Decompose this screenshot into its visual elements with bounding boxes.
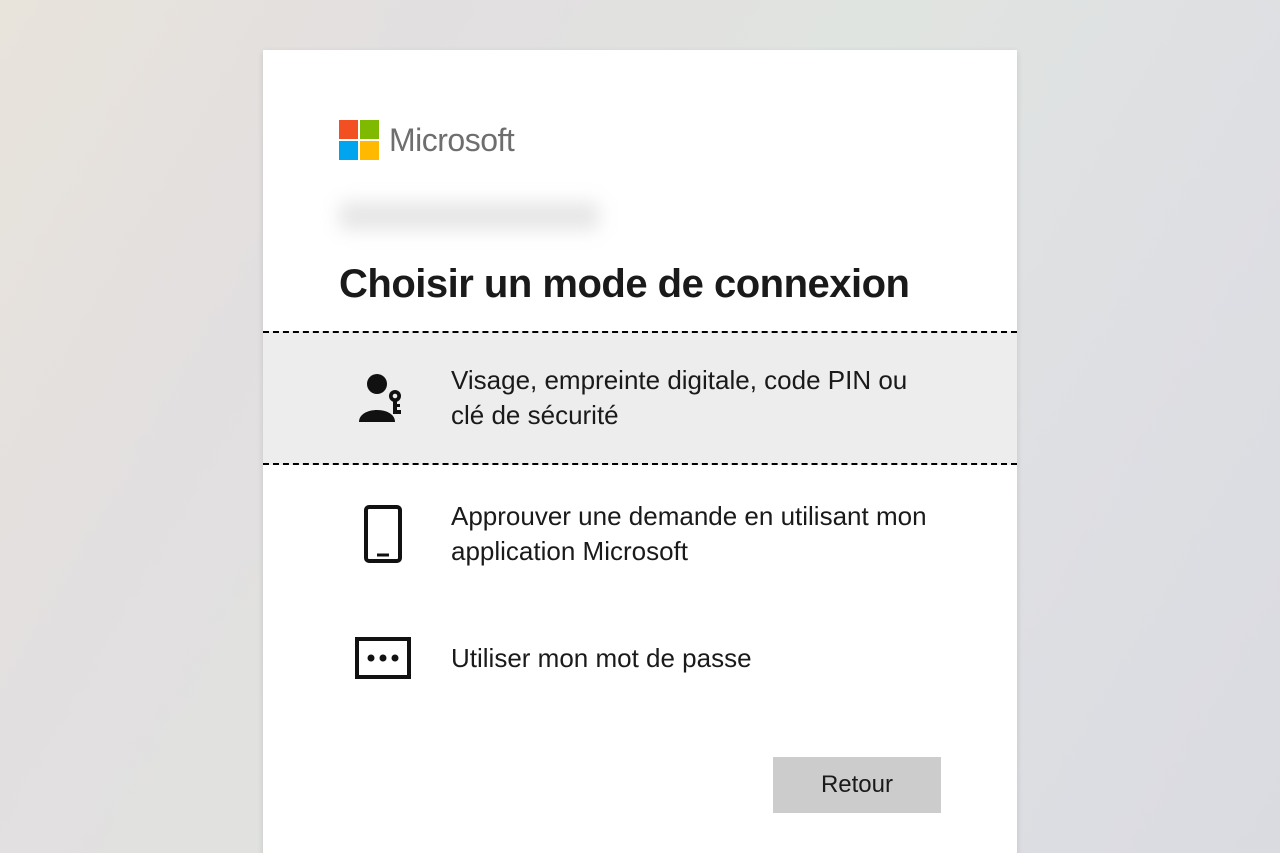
phone-icon [355, 505, 411, 563]
option-label: Approuver une demande en utilisant mon a… [451, 499, 941, 569]
signin-options-list: Visage, empreinte digitale, code PIN ou … [263, 331, 1017, 713]
back-button[interactable]: Retour [773, 757, 941, 813]
option-label: Utiliser mon mot de passe [451, 641, 752, 676]
option-authenticator-app[interactable]: Approuver une demande en utilisant mon a… [263, 465, 1017, 603]
brand-name: Microsoft [389, 122, 514, 159]
account-email-blurred [339, 202, 599, 230]
page-title: Choisir un mode de connexion [339, 262, 941, 331]
person-key-icon [355, 372, 411, 424]
microsoft-logo-icon [339, 120, 379, 160]
signin-card: Microsoft Choisir un mode de connexion V… [263, 50, 1017, 853]
microsoft-logo: Microsoft [339, 120, 941, 160]
option-password[interactable]: Utiliser mon mot de passe [263, 603, 1017, 713]
card-footer: Retour [263, 733, 1017, 813]
option-windows-hello[interactable]: Visage, empreinte digitale, code PIN ou … [263, 331, 1017, 465]
password-dots-icon [355, 637, 411, 679]
option-label: Visage, empreinte digitale, code PIN ou … [451, 363, 941, 433]
card-header: Microsoft Choisir un mode de connexion [263, 50, 1017, 331]
